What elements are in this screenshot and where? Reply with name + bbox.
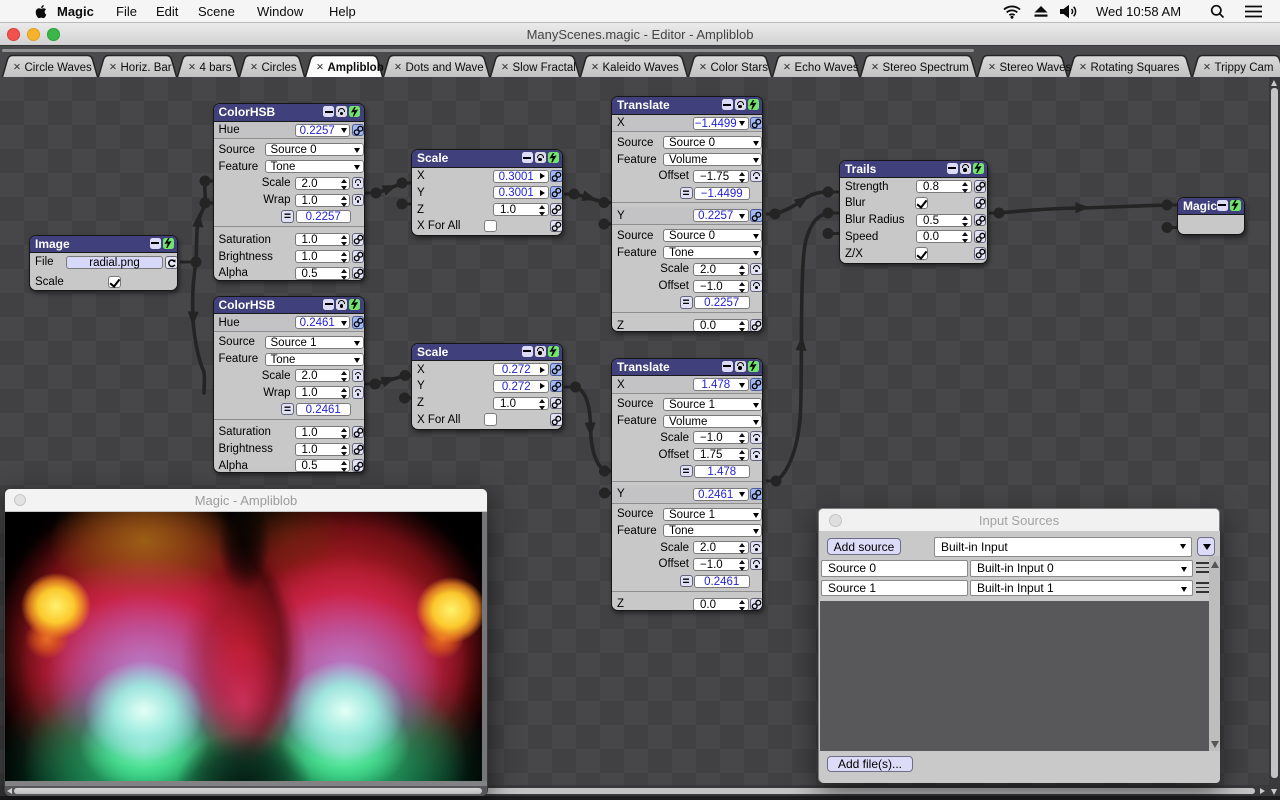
svg-text:✕: ✕	[394, 62, 402, 73]
svg-text:✕: ✕	[188, 62, 196, 73]
svg-text:✕: ✕	[501, 62, 509, 73]
svg-text:✕: ✕	[699, 62, 707, 73]
svg-text:Echo Waves: Echo Waves	[795, 62, 859, 74]
svg-text:✕: ✕	[316, 62, 324, 73]
svg-text:✕: ✕	[988, 62, 996, 73]
svg-text:Dots and Wave: Dots and Wave	[406, 62, 484, 74]
svg-text:✕: ✕	[1079, 62, 1087, 73]
svg-text:Stereo Spectrum: Stereo Spectrum	[883, 62, 969, 74]
svg-text:Stereo Waves: Stereo Waves	[1000, 62, 1072, 74]
svg-text:Slow Fractal: Slow Fractal	[513, 62, 576, 74]
svg-text:Rotating Squares: Rotating Squares	[1091, 62, 1180, 74]
svg-text:✕: ✕	[13, 62, 21, 73]
svg-text:Trippy Cam: Trippy Cam	[1215, 62, 1274, 74]
svg-text:✕: ✕	[109, 62, 117, 73]
svg-text:✕: ✕	[250, 62, 258, 73]
svg-text:✕: ✕	[1203, 62, 1211, 73]
svg-text:✕: ✕	[591, 62, 599, 73]
svg-text:Kaleido Waves: Kaleido Waves	[603, 62, 680, 74]
svg-text:Circle Waves: Circle Waves	[25, 62, 93, 74]
svg-text:Color Stars: Color Stars	[711, 62, 769, 74]
svg-text:✕: ✕	[871, 62, 879, 73]
svg-text:Ampliblob: Ampliblob	[328, 62, 384, 74]
svg-text:Circles: Circles	[262, 62, 297, 74]
svg-text:Horiz. Bar: Horiz. Bar	[121, 62, 172, 74]
svg-text:4 bars: 4 bars	[200, 62, 232, 74]
svg-text:✕: ✕	[783, 62, 791, 73]
